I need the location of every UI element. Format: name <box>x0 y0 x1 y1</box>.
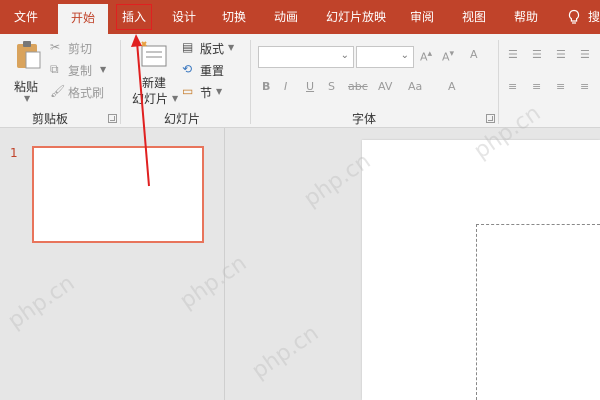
annotation-arrow <box>131 34 150 187</box>
